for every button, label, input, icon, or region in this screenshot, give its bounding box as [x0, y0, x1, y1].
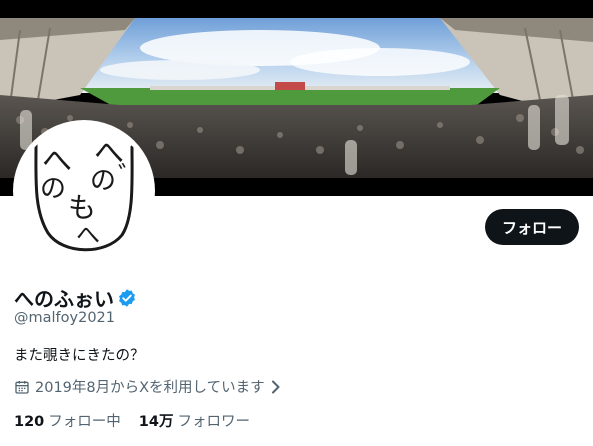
name-row: へのふぉい	[14, 283, 137, 312]
calendar-icon	[14, 379, 30, 395]
followers-count: 14万	[138, 414, 174, 430]
following-count: 120	[14, 414, 45, 430]
follow-button[interactable]: フォロー	[485, 209, 579, 245]
avatar-dakuten: ゛	[118, 162, 144, 192]
avatar-eye-left: の	[40, 174, 66, 204]
avatar-nose: も	[68, 191, 96, 224]
following-link[interactable]: 120 フォロー中	[14, 410, 121, 431]
chevron-right-icon	[270, 380, 282, 394]
verified-badge-icon[interactable]	[117, 288, 137, 308]
follow-stats: 120 フォロー中 14万 フォロワー	[14, 410, 268, 431]
avatar-frame[interactable]: へ へ の の も へ ゛	[13, 120, 155, 262]
followers-link[interactable]: 14万 フォロワー	[139, 410, 250, 431]
display-name: へのふぉい	[14, 287, 114, 311]
joined-date-row[interactable]: 2019年8月からXを利用しています	[14, 376, 282, 397]
avatar-mouth: へ	[76, 221, 100, 249]
user-handle: @malfoy2021	[14, 310, 115, 326]
joined-date-text: 2019年8月からXを利用しています	[35, 380, 265, 396]
profile-bio: また覗きにきたの？	[14, 348, 145, 364]
avatar[interactable]: へ へ の の も へ ゛	[18, 125, 150, 257]
followers-label: フォロワー	[177, 414, 250, 430]
following-label: フォロー中	[48, 414, 121, 430]
avatar-face-drawing: へ へ の の も へ ゛	[34, 136, 144, 252]
